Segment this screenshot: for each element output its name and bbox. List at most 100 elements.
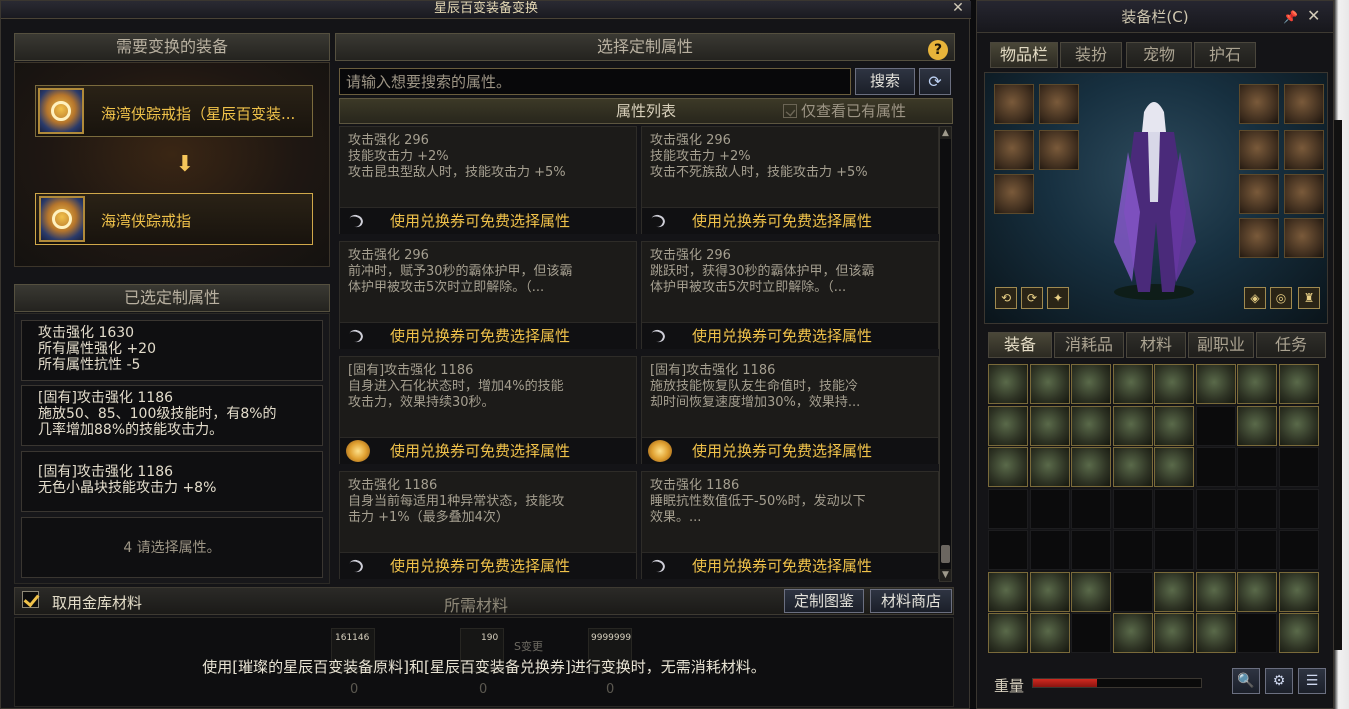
equipment-slot[interactable] — [1039, 84, 1079, 124]
inventory-slot[interactable] — [1029, 447, 1070, 487]
inventory-slot[interactable] — [1237, 571, 1277, 612]
inventory-slot[interactable] — [1195, 571, 1236, 612]
inventory-slot[interactable] — [1112, 488, 1153, 529]
selected-attr-3[interactable]: [固有]攻击强化 1186 无色小晶块技能攻击力 +8% — [21, 451, 323, 512]
inventory-slot[interactable] — [1195, 488, 1236, 529]
inventory-slot[interactable] — [1029, 613, 1070, 653]
tab-items[interactable]: 物品栏 — [990, 42, 1058, 68]
pin-icon[interactable]: 📌 — [1283, 10, 1298, 24]
equipment-slot[interactable] — [1284, 174, 1324, 214]
creature-icon[interactable]: ♜ — [1298, 287, 1320, 309]
avatar-icon[interactable]: ◈ — [1244, 287, 1266, 309]
attr-card[interactable]: 攻击强化 1186 自身当前每适用1种异常状态，技能攻 击力 +1%（最多叠加4次）… — [339, 471, 637, 579]
pose-icon[interactable]: ✦ — [1047, 287, 1069, 309]
inventory-slot[interactable] — [1112, 447, 1153, 487]
tab-materials[interactable]: 材料 — [1126, 332, 1186, 358]
equipment-slot[interactable] — [1284, 84, 1324, 124]
inventory-slot[interactable] — [1237, 405, 1277, 446]
material-shop-button[interactable]: 材料商店 — [870, 589, 952, 613]
close-icon[interactable]: ✕ — [951, 0, 965, 16]
voucher-row[interactable]: 使用兑换券可免费选择属性 — [340, 322, 636, 349]
equipment-slot[interactable] — [994, 84, 1034, 124]
inventory-slot[interactable] — [1278, 447, 1319, 487]
selected-attr-1[interactable]: 攻击强化 1630 所有属性强化 +20 所有属性抗性 -5 — [21, 320, 323, 381]
voucher-row[interactable]: 使用兑换券可免费选择属性 — [642, 322, 938, 349]
inventory-slot[interactable] — [1195, 364, 1236, 404]
inventory-slot[interactable] — [1071, 405, 1111, 446]
inventory-slot[interactable] — [1278, 571, 1319, 612]
scroll-down-icon[interactable]: ▼ — [940, 569, 951, 581]
attr-card[interactable]: 攻击强化 1186 睡眠抗性数值低于-50%时，发动以下 效果。... 使用兑换券可免… — [641, 471, 939, 579]
equipment-slot[interactable] — [994, 130, 1034, 170]
inventory-slot[interactable] — [1237, 530, 1277, 570]
inventory-slot[interactable] — [1112, 613, 1153, 653]
voucher-row[interactable]: 使用兑换券可免费选择属性 — [340, 207, 636, 234]
inventory-slot[interactable] — [988, 364, 1028, 404]
inventory-slot[interactable] — [1029, 530, 1070, 570]
tab-subclass[interactable]: 副职业 — [1188, 332, 1254, 358]
scroll-up-icon[interactable]: ▲ — [940, 127, 951, 139]
rotate-left-icon[interactable]: ⟲ — [995, 287, 1017, 309]
voucher-row[interactable]: 使用兑换券可免费选择属性 — [642, 437, 938, 464]
equipment-slot[interactable] — [1284, 130, 1324, 170]
gear-icon[interactable]: ⚙ — [1265, 668, 1293, 694]
voucher-row[interactable]: 使用兑换券可免费选择属性 — [340, 552, 636, 579]
inventory-slot[interactable] — [1112, 571, 1153, 612]
search-input[interactable] — [339, 68, 851, 95]
attr-card[interactable]: [固有]攻击强化 1186 自身进入石化状态时，增加4%的技能 攻击力，效果持续30… — [339, 356, 637, 464]
inventory-slot[interactable] — [1195, 447, 1236, 487]
inventory-slot[interactable] — [1195, 405, 1236, 446]
inventory-slot[interactable] — [1195, 613, 1236, 653]
close-icon[interactable]: ✕ — [1307, 8, 1323, 24]
inventory-slot[interactable] — [988, 405, 1028, 446]
inventory-slot[interactable] — [1029, 405, 1070, 446]
inventory-slot[interactable] — [1112, 530, 1153, 570]
catalog-button[interactable]: 定制图鉴 — [784, 589, 864, 613]
help-icon[interactable]: ? — [928, 40, 948, 60]
inventory-slot[interactable] — [1029, 571, 1070, 612]
title-icon[interactable]: ◎ — [1270, 287, 1292, 309]
inventory-slot[interactable] — [988, 488, 1028, 529]
equipment-slot[interactable] — [1239, 174, 1279, 214]
inventory-slot[interactable] — [1278, 364, 1319, 404]
inventory-slot[interactable] — [1237, 364, 1277, 404]
selected-attr-2[interactable]: [固有]攻击强化 1186 施放50、85、100级技能时，有8%的 几率增加8… — [21, 385, 323, 446]
attr-card[interactable]: 攻击强化 296 技能攻击力 +2% 攻击昆虫型敌人时，技能攻击力 +5% 使用兑换券… — [339, 126, 637, 234]
inventory-slot[interactable] — [1154, 488, 1194, 529]
voucher-row[interactable]: 使用兑换券可免费选择属性 — [340, 437, 636, 464]
tab-consumables[interactable]: 消耗品 — [1054, 332, 1124, 358]
rotate-right-icon[interactable]: ⟳ — [1021, 287, 1043, 309]
tab-talisman[interactable]: 护石 — [1194, 42, 1256, 68]
inventory-slot[interactable] — [1071, 613, 1111, 653]
equipment-slot[interactable] — [1284, 218, 1324, 258]
refresh-icon[interactable]: ⟳ — [919, 68, 951, 95]
inventory-slot[interactable] — [1154, 364, 1194, 404]
equipment-slot[interactable] — [994, 174, 1034, 214]
attr-card[interactable]: 攻击强化 296 技能攻击力 +2% 攻击不死族敌人时，技能攻击力 +5% 使用兑换券… — [641, 126, 939, 234]
inventory-slot[interactable] — [1029, 488, 1070, 529]
attr-card[interactable]: 攻击强化 296 前冲时，赋予30秒的霸体护甲，但该霸 体护甲被攻击5次时立即解除。… — [339, 241, 637, 349]
selected-attr-empty[interactable]: 4 请选择属性。 — [21, 517, 323, 578]
scroll-thumb[interactable] — [941, 545, 950, 563]
voucher-row[interactable]: 使用兑换券可免费选择属性 — [642, 207, 938, 234]
attr-list-scrollbar[interactable]: ▲ ▼ — [939, 126, 952, 582]
inventory-slot[interactable] — [1154, 613, 1194, 653]
search-button[interactable]: 搜索 — [855, 68, 915, 95]
inventory-slot[interactable] — [988, 613, 1028, 653]
inventory-slot[interactable] — [1154, 571, 1194, 612]
equipment-slot[interactable] — [1039, 130, 1079, 170]
inventory-slot[interactable] — [1071, 488, 1111, 529]
inventory-slot[interactable] — [988, 530, 1028, 570]
tab-pet[interactable]: 宠物 — [1126, 42, 1192, 68]
owned-only-checkbox[interactable]: 仅查看已有属性 — [783, 101, 906, 121]
inventory-slot[interactable] — [1278, 405, 1319, 446]
voucher-row[interactable]: 使用兑换券可免费选择属性 — [642, 552, 938, 579]
tab-quest[interactable]: 任务 — [1256, 332, 1326, 358]
inventory-slot[interactable] — [1071, 571, 1111, 612]
inventory-slot[interactable] — [1071, 530, 1111, 570]
inventory-slot[interactable] — [1278, 613, 1319, 653]
attr-card[interactable]: 攻击强化 296 跳跃时，获得30秒的霸体护甲，但该霸 体护甲被攻击5次时立即解除。… — [641, 241, 939, 349]
inventory-slot[interactable] — [1278, 488, 1319, 529]
attr-card[interactable]: [固有]攻击强化 1186 施放技能恢复队友生命值时，技能冷 却时间恢复速度增加30… — [641, 356, 939, 464]
inventory-slot[interactable] — [988, 447, 1028, 487]
